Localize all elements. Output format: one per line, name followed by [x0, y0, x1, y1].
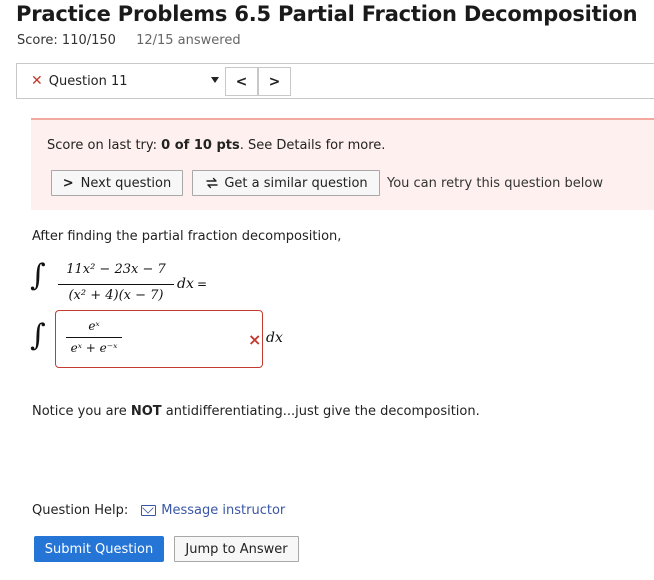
question-nav-bar: ✕ Question 11 < > — [16, 63, 654, 99]
chevron-down-icon — [211, 77, 219, 83]
submit-button[interactable]: Submit Question — [34, 536, 164, 562]
fraction-bar — [58, 284, 174, 285]
question-help: Question Help: Message instructor — [32, 503, 285, 518]
integral-sign: ∫ — [30, 318, 46, 353]
refresh-icon — [206, 177, 219, 189]
chevron-right-icon: > — [62, 175, 74, 191]
answer-input[interactable]: eˣ eˣ + e⁻ˣ — [55, 310, 263, 368]
answer-fraction-bar — [66, 337, 122, 338]
similar-question-label: Get a similar question — [224, 175, 368, 191]
page-title: Practice Problems 6.5 Partial Fraction D… — [16, 2, 638, 26]
incorrect-icon: ✕ — [31, 73, 43, 89]
mail-icon — [141, 505, 157, 516]
answer-denominator: eˣ + e⁻ˣ — [70, 341, 118, 355]
equals-sign: = — [197, 277, 208, 291]
next-question-button[interactable]: > Next question — [51, 170, 183, 196]
retry-text: You can retry this question below — [387, 176, 603, 191]
answer-differential: dx — [266, 330, 283, 346]
answered-text: 12/15 answered — [136, 33, 241, 48]
score-alert: Score on last try: 0 of 10 pts. See Deta… — [31, 118, 654, 210]
question-select-label: Question 11 — [48, 73, 128, 89]
integrand-fraction: 11x² − 23x − 7 (x² + 4)(x − 7) — [56, 262, 176, 310]
answer-numerator: eˣ — [88, 319, 100, 333]
similar-question-button[interactable]: Get a similar question — [192, 170, 380, 196]
message-instructor-link[interactable]: Message instructor — [161, 503, 285, 518]
next-question-arrow-button[interactable]: > — [258, 67, 291, 96]
question-select[interactable]: ✕ Question 11 — [17, 64, 219, 98]
integrand-numerator: 11x² − 23x − 7 — [66, 262, 166, 277]
differential: dx — [177, 276, 194, 292]
score-text: Score: 110/150 — [17, 33, 116, 48]
integral-sign: ∫ — [30, 258, 46, 293]
problem-intro: After finding the partial fraction decom… — [32, 229, 342, 244]
question-help-label: Question Help: — [32, 503, 129, 518]
score-line: Score: 110/150 12/15 answered — [17, 33, 241, 48]
notice-text: Notice you are NOT antidifferentiating..… — [32, 404, 480, 419]
incorrect-mark-icon: × — [248, 330, 262, 349]
last-try-points: 0 of 10 pts — [161, 138, 240, 153]
last-try-score: Score on last try: 0 of 10 pts. See Deta… — [47, 138, 386, 153]
jump-to-answer-button[interactable]: Jump to Answer — [174, 536, 299, 562]
integrand-denominator: (x² + 4)(x − 7) — [68, 288, 164, 303]
next-question-label: Next question — [80, 175, 172, 191]
prev-question-button[interactable]: < — [225, 67, 258, 96]
answer-fraction: eˣ eˣ + e⁻ˣ — [64, 319, 124, 359]
